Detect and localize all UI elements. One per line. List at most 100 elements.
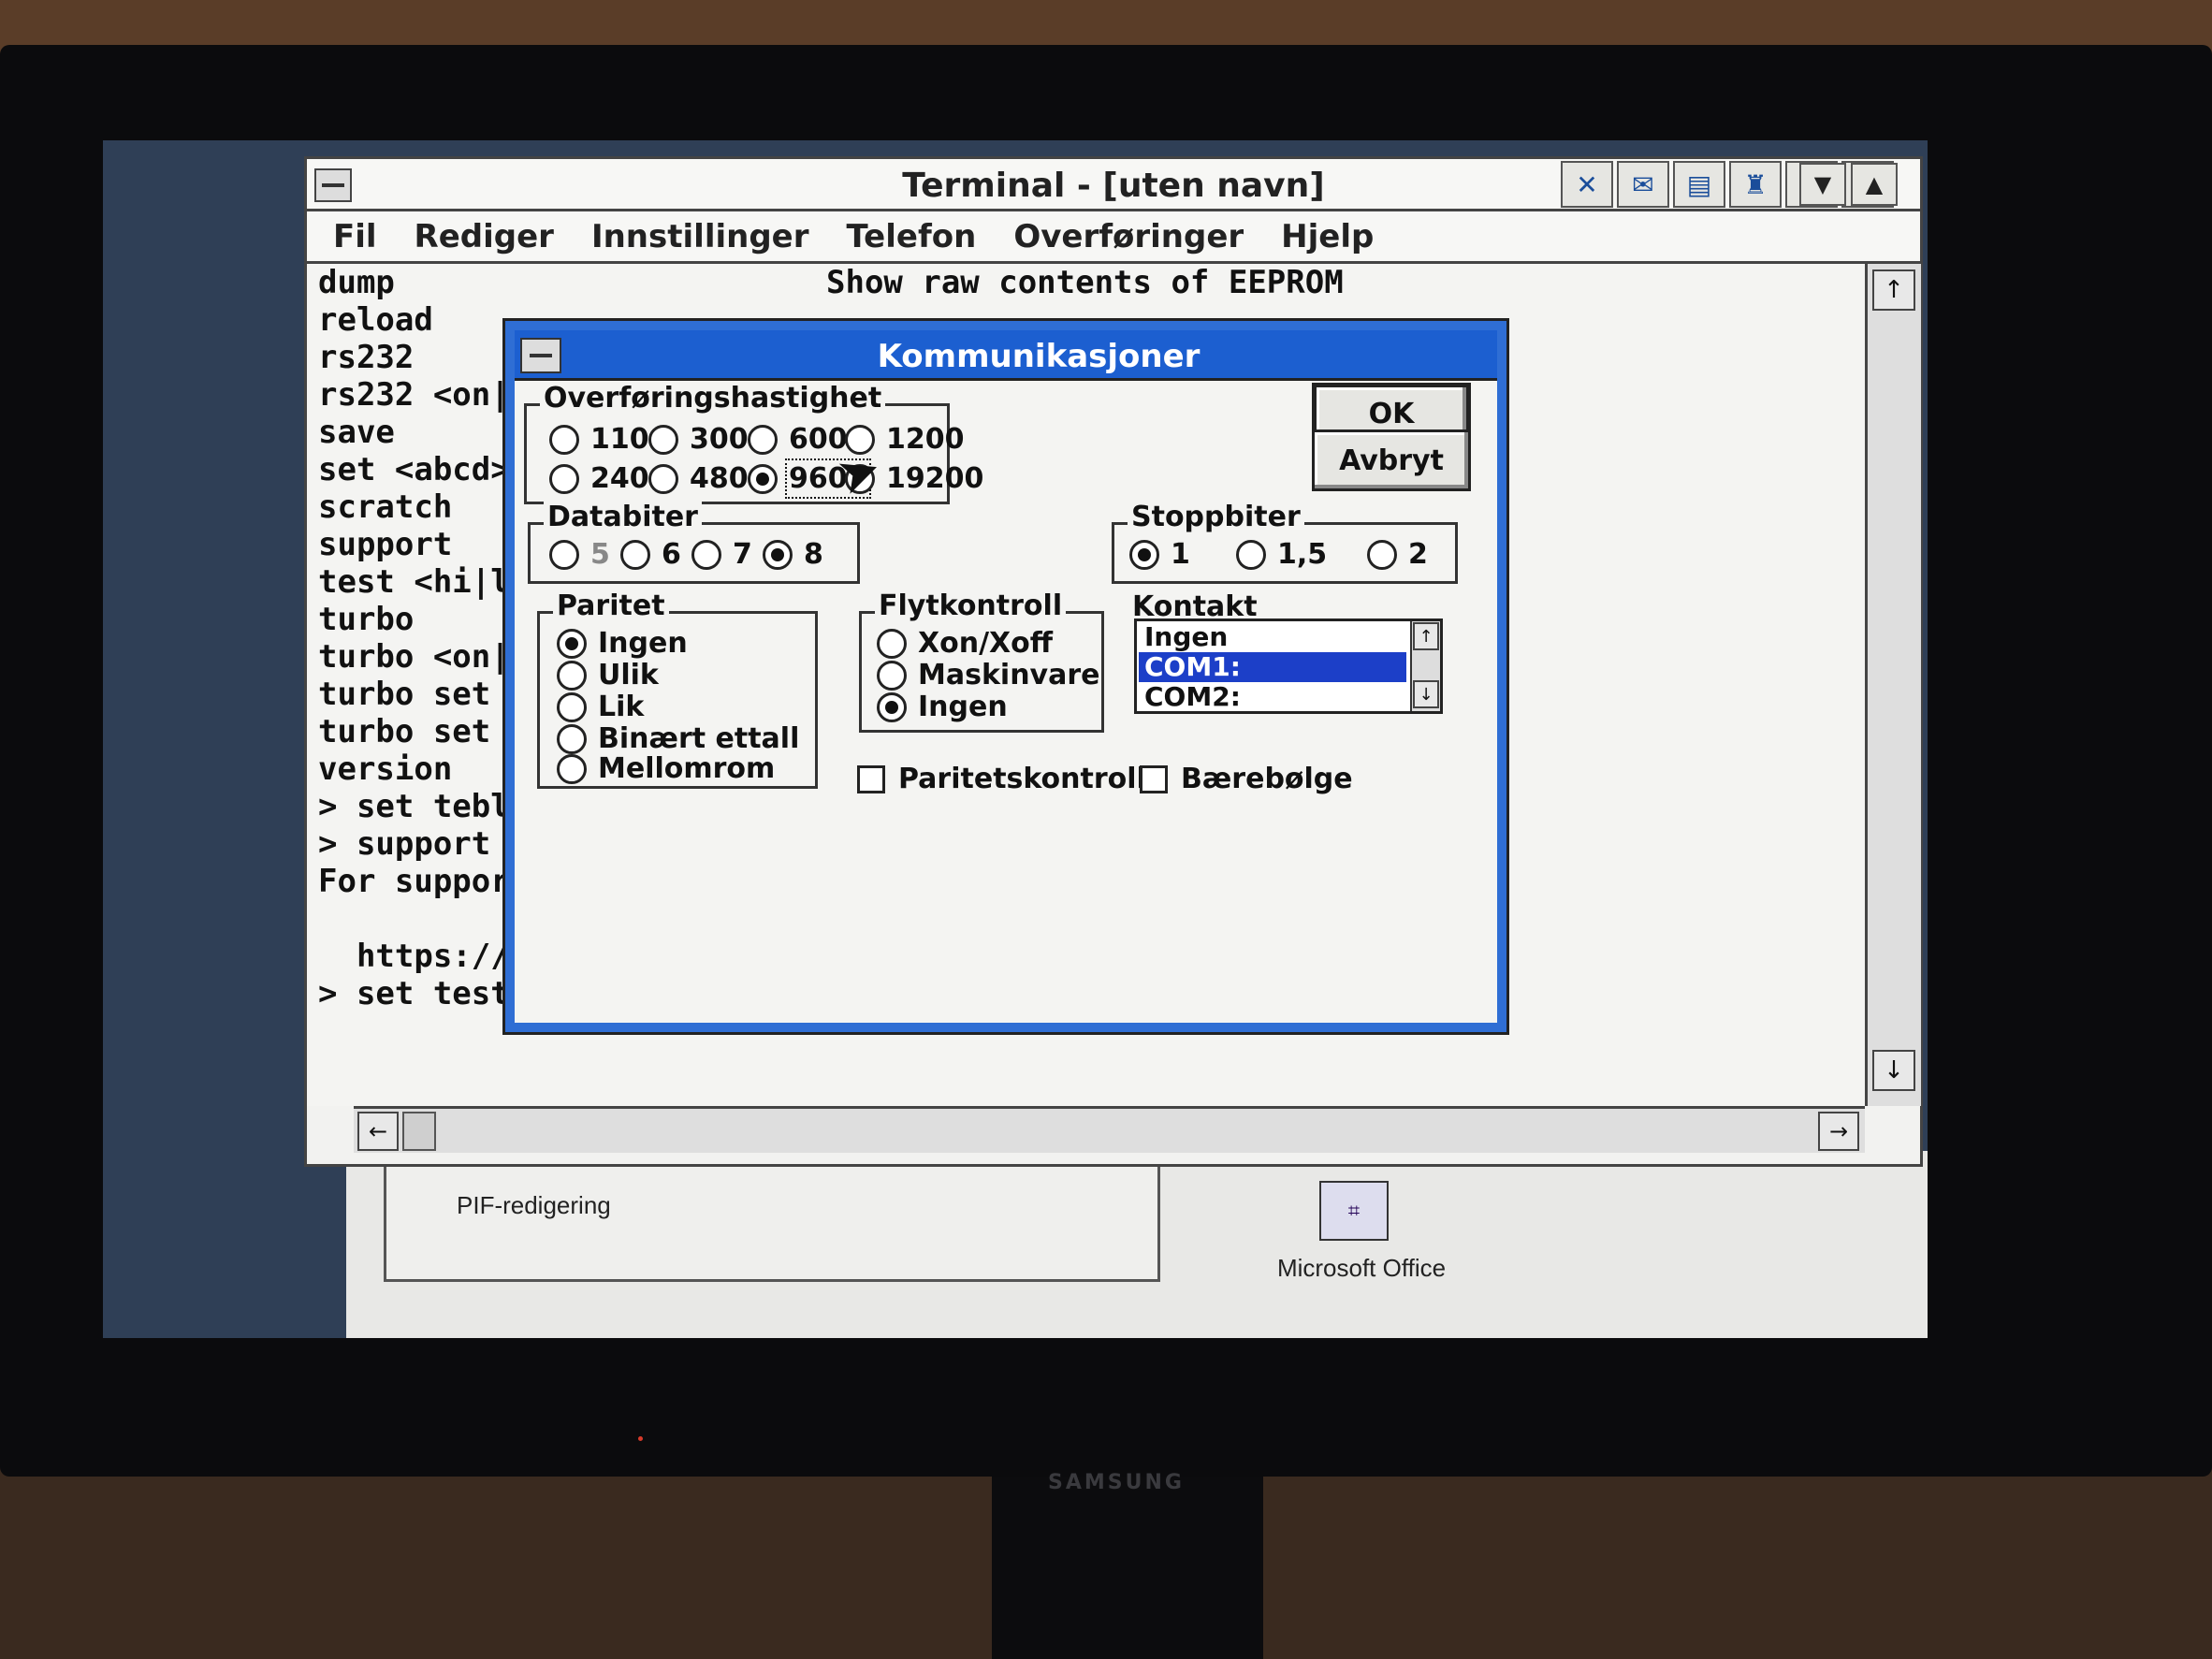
list-scroll-down-icon[interactable]: ↓ — [1413, 680, 1439, 708]
microsoft-office-icon[interactable]: ⌗ — [1319, 1181, 1389, 1241]
parity-group: Paritet Ingen Ulik Lik Binært ettall Mel… — [537, 589, 818, 789]
parity-mellomrom-radio[interactable]: Mellomrom — [557, 752, 775, 785]
parity-ulik-label: Ulik — [598, 659, 659, 691]
horizontal-scrollbar[interactable]: ← → — [354, 1106, 1865, 1153]
scroll-down-icon[interactable]: ↓ — [1872, 1050, 1915, 1091]
stopbits-1-label: 1 — [1171, 538, 1190, 571]
databits-8-radio[interactable]: 8 — [763, 538, 823, 571]
flow-control-group: Flytkontroll Xon/Xoff Maskinvare Ingen — [859, 589, 1104, 733]
scroll-up-icon[interactable]: ↑ — [1872, 269, 1915, 311]
carrier-label: Bærebølge — [1181, 763, 1353, 795]
port-list-scrollbar[interactable]: ↑ ↓ — [1410, 621, 1440, 711]
minimize-button[interactable]: ▼ — [1799, 163, 1846, 206]
carrier-checkbox[interactable]: Bærebølge — [1140, 763, 1353, 795]
app-icon-2[interactable]: ✉ — [1617, 161, 1669, 208]
radio-circle — [549, 539, 579, 570]
databits-7-radio[interactable]: 7 — [691, 538, 752, 571]
parity-mellomrom-label: Mellomrom — [598, 752, 776, 785]
radio-circle-selected — [748, 463, 778, 494]
radio-circle — [549, 463, 579, 494]
pif-window[interactable]: PIF-redigering — [384, 1160, 1160, 1282]
radio-circle — [877, 660, 907, 691]
menu-telefon[interactable]: Telefon — [847, 218, 977, 255]
dialog-title-bar[interactable]: Kommunikasjoner — [515, 330, 1497, 381]
baud-110-label: 110 — [590, 423, 649, 456]
screen: PIF-redigering ⌗ Microsoft Office Termin… — [103, 140, 1928, 1338]
list-scroll-up-icon[interactable]: ↑ — [1413, 622, 1439, 650]
flow-ingen-label: Ingen — [918, 691, 1008, 723]
databits-5-radio[interactable]: 5 — [549, 538, 610, 571]
stopbits-15-label: 1,5 — [1277, 538, 1328, 571]
databits-8-label: 8 — [804, 538, 823, 571]
radio-circle-selected — [557, 628, 587, 659]
parity-ingen-label: Ingen — [598, 627, 688, 660]
radio-circle — [648, 424, 678, 455]
communications-dialog: Kommunikasjoner Overføringshastighet 110… — [505, 321, 1506, 1032]
port-option-ingen[interactable]: Ingen — [1139, 622, 1406, 652]
stopbits-group: Stoppbiter 1 1,5 2 — [1112, 501, 1458, 584]
port-listbox[interactable]: Ingen COM1: COM2: ↑ ↓ — [1134, 618, 1443, 714]
scroll-right-icon[interactable]: → — [1818, 1112, 1859, 1151]
app-icon-1[interactable]: ✕ — [1561, 161, 1613, 208]
port-option-com2[interactable]: COM2: — [1139, 682, 1406, 712]
radio-circle — [557, 723, 587, 754]
radio-circle — [1367, 539, 1397, 570]
menu-innstillinger[interactable]: Innstillinger — [591, 218, 809, 255]
flow-control-label: Flytkontroll — [875, 589, 1067, 622]
radio-circle — [549, 424, 579, 455]
radio-circle-selected — [877, 691, 907, 722]
stopbits-2-label: 2 — [1408, 538, 1428, 571]
databits-6-label: 6 — [662, 538, 681, 571]
app-icon-3[interactable]: ▤ — [1673, 161, 1725, 208]
parity-ulik-radio[interactable]: Ulik — [557, 659, 659, 691]
menu-rediger[interactable]: Rediger — [415, 218, 554, 255]
scroll-left-icon[interactable]: ← — [357, 1112, 399, 1151]
menu-fil[interactable]: Fil — [333, 218, 377, 255]
app-icon-4[interactable]: ♜ — [1729, 161, 1782, 208]
menu-hjelp[interactable]: Hjelp — [1281, 218, 1374, 255]
dialog-system-menu-icon[interactable] — [520, 338, 561, 373]
baud-300-radio[interactable]: 300 — [648, 423, 749, 456]
baud-110-radio[interactable]: 110 — [549, 423, 649, 456]
databits-7-label: 7 — [733, 538, 752, 571]
cancel-button[interactable]: Avbryt — [1312, 429, 1471, 491]
parity-lik-radio[interactable]: Lik — [557, 691, 644, 723]
maximize-button[interactable]: ▲ — [1851, 163, 1898, 206]
baud-1200-label: 1200 — [886, 423, 965, 456]
menu-bar: Fil Rediger Innstillinger Telefon Overfø… — [307, 211, 1920, 264]
title-bar[interactable]: Terminal - [uten navn] ✕ ✉ ▤ ♜ W ✎ ▼ ▲ — [307, 159, 1920, 211]
radio-circle — [557, 753, 587, 784]
baud-rate-label: Overføringshastighet — [540, 382, 886, 415]
radio-circle — [877, 628, 907, 659]
radio-circle — [748, 424, 778, 455]
parity-check-checkbox[interactable]: Paritetskontroll — [857, 763, 1146, 795]
databits-label: Databiter — [544, 501, 702, 533]
menu-overforinger[interactable]: Overføringer — [1013, 218, 1244, 255]
radio-circle — [648, 463, 678, 494]
stopbits-2-radio[interactable]: 2 — [1367, 538, 1428, 571]
parity-binaert-radio[interactable]: Binært ettall — [557, 722, 799, 755]
baud-300-label: 300 — [690, 423, 749, 456]
microsoft-office-label[interactable]: Microsoft Office — [1259, 1254, 1464, 1283]
checkbox-box — [1140, 764, 1168, 793]
scroll-thumb[interactable] — [402, 1112, 436, 1151]
radio-circle — [557, 660, 587, 691]
baud-19200-label: 19200 — [886, 462, 984, 495]
flow-xonxoff-radio[interactable]: Xon/Xoff — [877, 627, 1053, 660]
flow-ingen-radio[interactable]: Ingen — [877, 691, 1008, 723]
databits-5-label: 5 — [590, 538, 610, 571]
parity-lik-label: Lik — [598, 691, 645, 723]
port-option-com1[interactable]: COM1: — [1139, 652, 1406, 682]
databits-6-radio[interactable]: 6 — [620, 538, 681, 571]
radio-circle — [1236, 539, 1266, 570]
terminal-line: dump — [318, 264, 395, 301]
stopbits-15-radio[interactable]: 1,5 — [1236, 538, 1327, 571]
vertical-scrollbar[interactable]: ↑ ↓ — [1865, 264, 1921, 1106]
stopbits-1-radio[interactable]: 1 — [1129, 538, 1190, 571]
flow-xonxoff-label: Xon/Xoff — [918, 627, 1054, 660]
terminal-description: Show raw contents of EEPROM — [826, 264, 1344, 301]
parity-binaert-label: Binært ettall — [598, 722, 800, 755]
flow-maskinvare-radio[interactable]: Maskinvare — [877, 659, 1100, 691]
dialog-title: Kommunikasjoner — [877, 338, 1201, 375]
parity-ingen-radio[interactable]: Ingen — [557, 627, 688, 660]
